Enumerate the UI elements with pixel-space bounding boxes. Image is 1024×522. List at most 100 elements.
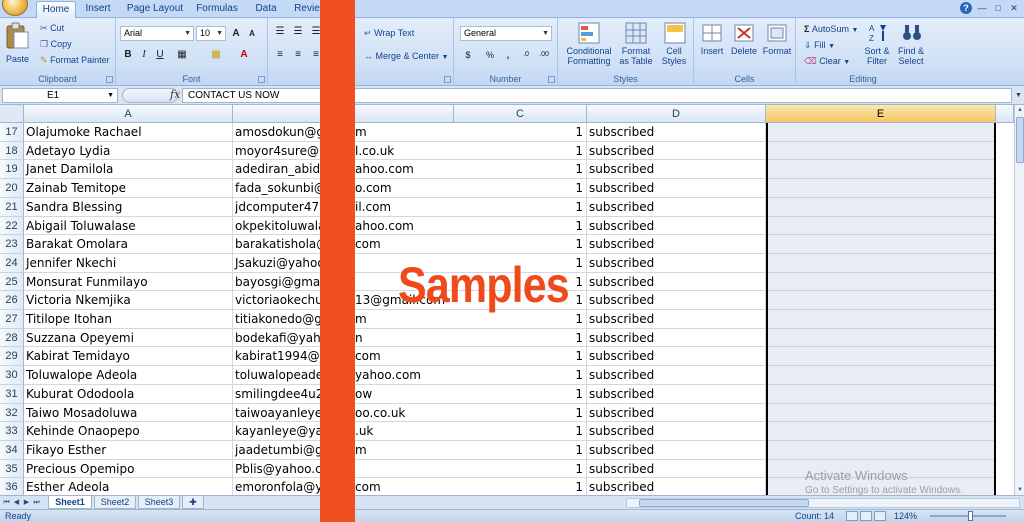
select-all-corner[interactable]: [0, 105, 24, 123]
format-as-table-button[interactable]: Format as Table: [616, 20, 656, 70]
row-header[interactable]: 23: [0, 235, 24, 254]
status-cell[interactable]: subscribed: [587, 179, 766, 198]
conditional-formatting-button[interactable]: Conditional Formatting: [564, 20, 614, 70]
count-cell[interactable]: 1: [454, 235, 587, 254]
count-cell[interactable]: 1: [454, 347, 587, 366]
count-cell[interactable]: 1: [454, 160, 587, 179]
number-format-select[interactable]: General ▼: [460, 26, 552, 41]
count-cell[interactable]: 1: [454, 422, 587, 441]
alignment-launcher[interactable]: [444, 76, 451, 83]
number-launcher[interactable]: [548, 76, 555, 83]
horizontal-scroll-thumb[interactable]: [639, 499, 809, 507]
row-header[interactable]: 25: [0, 273, 24, 291]
font-name-select[interactable]: Arial ▼: [120, 26, 194, 41]
name-cell[interactable]: Titilope Itohan: [24, 310, 233, 329]
help-icon[interactable]: ?: [960, 2, 972, 14]
status-cell[interactable]: subscribed: [587, 217, 766, 235]
status-cell[interactable]: subscribed: [587, 366, 766, 385]
count-cell[interactable]: 1: [454, 460, 587, 478]
row-header[interactable]: 35: [0, 460, 24, 478]
name-cell[interactable]: Kuburat Ododoola: [24, 385, 233, 404]
status-cell[interactable]: subscribed: [587, 422, 766, 441]
font-color-button[interactable]: A: [236, 47, 252, 62]
align-top-button[interactable]: ☰: [272, 24, 288, 39]
next-sheet-icon[interactable]: ▶: [22, 497, 31, 508]
status-cell[interactable]: subscribed: [587, 329, 766, 347]
row-header[interactable]: 18: [0, 142, 24, 160]
increase-decimal-button[interactable]: .0: [518, 47, 534, 62]
row-header[interactable]: 36: [0, 478, 24, 495]
status-cell[interactable]: subscribed: [587, 273, 766, 291]
row-header[interactable]: 29: [0, 347, 24, 366]
close-icon[interactable]: ✕: [1008, 2, 1020, 14]
sheet-tab-sheet3[interactable]: Sheet3: [138, 496, 180, 509]
name-cell[interactable]: Barakat Omolara: [24, 235, 233, 254]
restore-icon[interactable]: □: [992, 2, 1004, 14]
name-cell[interactable]: Esther Adeola: [24, 478, 233, 495]
page-break-view-icon[interactable]: [874, 511, 886, 521]
tab-review[interactable]: Revie: [290, 1, 324, 18]
expand-formula-bar-icon[interactable]: ▼: [1014, 88, 1023, 103]
name-cell[interactable]: Sandra Blessing: [24, 198, 233, 217]
count-cell[interactable]: 1: [454, 198, 587, 217]
tab-data[interactable]: Data: [250, 1, 282, 18]
cell-styles-button[interactable]: Cell Styles: [656, 20, 692, 70]
bold-button[interactable]: B: [120, 47, 136, 62]
status-cell[interactable]: subscribed: [587, 460, 766, 478]
status-cell[interactable]: subscribed: [587, 160, 766, 179]
italic-button[interactable]: I: [136, 47, 152, 62]
find-select-button[interactable]: Find & Select: [894, 20, 928, 70]
name-cell[interactable]: Abigail Toluwalase: [24, 217, 233, 235]
count-cell[interactable]: 1: [454, 441, 587, 460]
name-cell[interactable]: Zainab Temitope: [24, 179, 233, 198]
count-cell[interactable]: 1: [454, 404, 587, 422]
column-header-c[interactable]: C: [454, 105, 587, 123]
accounting-format-button[interactable]: $: [460, 47, 476, 62]
vertical-scroll-thumb[interactable]: [1016, 117, 1024, 163]
delete-cells-button[interactable]: Delete: [728, 20, 760, 70]
column-header-e[interactable]: E: [766, 105, 996, 123]
status-cell[interactable]: subscribed: [587, 254, 766, 273]
horizontal-scrollbar[interactable]: [626, 498, 1020, 508]
page-layout-view-icon[interactable]: [860, 511, 872, 521]
row-header[interactable]: 26: [0, 291, 24, 310]
name-cell[interactable]: Toluwalope Adeola: [24, 366, 233, 385]
zoom-slider-handle[interactable]: [968, 511, 973, 521]
insert-sheet-button[interactable]: ✚: [182, 496, 204, 509]
wrap-text-button[interactable]: ↵ Wrap Text: [364, 28, 414, 38]
insert-function-button[interactable]: fx: [170, 88, 180, 101]
name-cell[interactable]: Taiwo Mosadoluwa: [24, 404, 233, 422]
row-header[interactable]: 32: [0, 404, 24, 422]
name-cell[interactable]: Adetayo Lydia: [24, 142, 233, 160]
name-cell[interactable]: Monsurat Funmilayo: [24, 273, 233, 291]
count-cell[interactable]: 1: [454, 179, 587, 198]
name-cell[interactable]: Janet Damilola: [24, 160, 233, 179]
tab-home[interactable]: Home: [36, 1, 76, 18]
name-cell[interactable]: Kehinde Onaopepo: [24, 422, 233, 441]
count-cell[interactable]: 1: [454, 385, 587, 404]
align-middle-button[interactable]: ☰: [290, 24, 306, 39]
comma-button[interactable]: ,: [500, 47, 516, 62]
status-cell[interactable]: subscribed: [587, 123, 766, 142]
copy-button[interactable]: ❐ Copy: [40, 39, 72, 49]
status-cell[interactable]: subscribed: [587, 404, 766, 422]
minimize-icon[interactable]: —: [976, 2, 988, 14]
row-header[interactable]: 27: [0, 310, 24, 329]
scroll-up-icon[interactable]: ▲: [1015, 105, 1024, 115]
status-cell[interactable]: subscribed: [587, 142, 766, 160]
status-cell[interactable]: subscribed: [587, 478, 766, 495]
row-header[interactable]: 31: [0, 385, 24, 404]
row-header[interactable]: 20: [0, 179, 24, 198]
name-cell[interactable]: Jennifer Nkechi: [24, 254, 233, 273]
clipboard-launcher[interactable]: [106, 76, 113, 83]
percent-button[interactable]: %: [482, 47, 498, 62]
grow-font-button[interactable]: A: [228, 26, 244, 41]
font-launcher[interactable]: [258, 76, 265, 83]
decrease-decimal-button[interactable]: .00: [536, 47, 552, 62]
paste-button[interactable]: Paste: [4, 22, 34, 70]
vertical-scrollbar[interactable]: ▲ ▼: [1014, 105, 1024, 495]
prev-sheet-icon[interactable]: ◀: [12, 497, 21, 508]
name-box[interactable]: E1 ▼: [2, 88, 118, 103]
column-header-f[interactable]: [996, 105, 1014, 123]
insert-cells-button[interactable]: Insert: [696, 20, 728, 70]
